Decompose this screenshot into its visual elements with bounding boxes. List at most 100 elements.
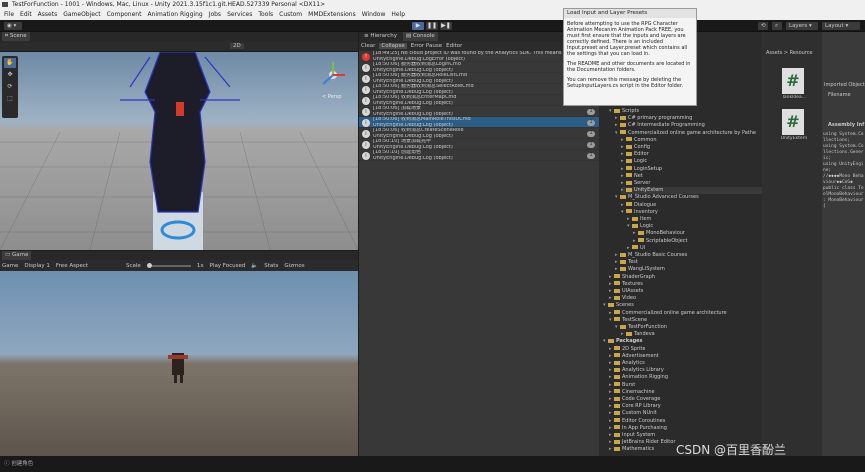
tree-item[interactable]: ▸ Analytics Library <box>609 367 762 374</box>
tree-item[interactable]: ▸ Cinemachine <box>609 389 762 396</box>
tree-item[interactable]: ▸ Common <box>621 137 762 144</box>
tree-item[interactable]: ▸ ScriptableObject <box>633 238 762 245</box>
gizmos-dropdown[interactable]: Gizmos <box>284 263 304 269</box>
tree-item[interactable]: ▸ Analytics <box>609 360 762 367</box>
tree-item[interactable]: ▸ M_Studio Basic Courses <box>615 252 762 259</box>
scale-slider-thumb[interactable] <box>146 262 152 268</box>
menu-tools[interactable]: Tools <box>258 11 273 18</box>
tree-item[interactable]: ▸ WangLiSystem <box>615 266 762 273</box>
tree-item[interactable]: ▸ Core RP Library <box>609 403 762 410</box>
menu-services[interactable]: Services <box>227 11 252 18</box>
assets-breadcrumb[interactable]: Assets > Resource <box>762 32 822 56</box>
csharp-script-icon[interactable]: # <box>782 109 804 135</box>
layers-dropdown[interactable]: Layers ▾ <box>786 22 818 30</box>
tree-item[interactable]: ▾ Commercialized online game architecture… <box>615 130 762 137</box>
menu-assets[interactable]: Assets <box>38 11 58 18</box>
menu-edit[interactable]: Edit <box>20 11 32 18</box>
tree-item[interactable]: ▾ Packages <box>603 338 762 345</box>
tree-item[interactable]: ▾ TestForFunction <box>615 324 762 331</box>
tree-item[interactable]: ▸ Animation Rigging <box>609 374 762 381</box>
hand-tool-icon[interactable]: ✋ <box>4 58 16 68</box>
tree-item[interactable]: ▸ Config <box>621 144 762 151</box>
tab-scene[interactable]: ⌗ Scene <box>2 32 30 41</box>
clear-button[interactable]: Clear <box>361 43 375 49</box>
tree-item[interactable]: ▾ Inventory <box>621 209 762 216</box>
log-entry[interactable]: i [18:50:10] 创建角色 UnityEngine.Debug:Log (o… <box>359 150 599 161</box>
tab-game[interactable]: ▭ Game <box>2 251 32 260</box>
tree-item[interactable]: ▸ C# Intermediate Programming <box>615 122 762 129</box>
tree-item[interactable]: ▾ Scenes <box>603 302 762 309</box>
collapse-toggle[interactable]: Collapse <box>379 43 407 49</box>
tree-item[interactable]: ▸ Code Coverage <box>609 396 762 403</box>
tree-item[interactable]: ▸ Item <box>627 216 762 223</box>
history-icon[interactable]: ⟲ <box>758 22 768 30</box>
menu-file[interactable]: File <box>4 11 14 18</box>
tree-item[interactable]: ▾ Logic <box>627 223 762 230</box>
tree-item[interactable]: ▸ UI <box>627 245 762 252</box>
tree-item[interactable]: ▾ TestScene <box>609 317 762 324</box>
menu-animation-rigging[interactable]: Animation Rigging <box>147 11 202 18</box>
log-entry[interactable]: i [18:50:06] 加载场景 UnityEngine.Debug:Log (o… <box>359 106 599 117</box>
tree-item[interactable]: ▸ Input System <box>609 432 762 439</box>
tree-item[interactable]: ▾ M_Studio Advanced Courses <box>615 194 762 201</box>
rotate-tool-icon[interactable]: ⟳ <box>4 82 16 92</box>
tree-item[interactable]: ▸ Test <box>615 259 762 266</box>
tree-item[interactable]: ▸ Burst <box>609 382 762 389</box>
menu-custom[interactable]: Custom <box>279 11 302 18</box>
game-mode-dropdown[interactable]: Game <box>2 263 18 269</box>
play-focused-dropdown[interactable]: Play Focused <box>210 263 246 269</box>
tree-item[interactable]: ▸ UnityExtern <box>621 187 762 195</box>
pause-button[interactable]: ❚❚ <box>426 22 438 30</box>
tree-item[interactable]: ▸ Server <box>621 180 762 187</box>
2d-toggle[interactable]: 2D <box>230 43 244 49</box>
tree-item[interactable]: ▸ C# primary programming <box>615 115 762 122</box>
tree-item[interactable]: ▸ Editor Coroutines <box>609 418 762 425</box>
step-button[interactable]: ▶❚ <box>440 22 452 30</box>
game-viewport[interactable] <box>0 271 358 456</box>
log-entry[interactable]: i [18:50:06] 收到消息CreateSceneRole UnityEngi… <box>359 128 599 139</box>
tree-item[interactable]: ▸ Advertisement <box>609 353 762 360</box>
move-tool-icon[interactable]: ✥ <box>4 70 16 80</box>
menu-jobs[interactable]: Jobs <box>209 11 221 18</box>
tree-item[interactable]: ▸ LoginSetup <box>621 166 762 173</box>
tree-item[interactable]: ▸ Net <box>621 173 762 180</box>
menu-help[interactable]: Help <box>391 11 405 18</box>
tree-item[interactable]: ▸ Editor <box>621 151 762 158</box>
tree-item[interactable]: ▸ UIAssets <box>609 288 762 295</box>
scene-viewport[interactable]: ✋ ✥ ⟳ ⬚ < Persp <box>0 52 358 250</box>
tree-item[interactable]: ▸ Commercialized online game architecture <box>609 310 762 317</box>
menu-component[interactable]: Component <box>107 11 142 18</box>
menu-gameobject[interactable]: GameObject <box>63 11 100 18</box>
tree-item[interactable]: ▸ Custom NUnit <box>609 410 762 417</box>
error-pause-toggle[interactable]: Error Pause <box>411 43 442 49</box>
persp-label[interactable]: < Persp <box>322 94 342 100</box>
stats-button[interactable]: Stats <box>264 263 278 269</box>
menu-mmdextensions[interactable]: MMDExtensions <box>308 11 356 18</box>
tab-console[interactable]: ▤ Console <box>403 32 438 41</box>
scale-tool-icon[interactable]: ⬚ <box>4 94 16 104</box>
editor-dropdown[interactable]: Editor <box>446 43 462 49</box>
scale-slider[interactable] <box>146 262 191 268</box>
menu-window[interactable]: Window <box>362 11 386 18</box>
tree-item[interactable]: ▸ Tandeva <box>621 331 762 338</box>
tree-item[interactable]: ▸ Logic <box>621 158 762 165</box>
tree-item[interactable]: ▸ Dialogue <box>621 202 762 209</box>
tree-item[interactable]: ▸ ShaderGraph <box>609 274 762 281</box>
log-entry-selected[interactable]: i [18:50:06] 收到消息MainRoleThisIDCmd UnityEn… <box>359 117 599 128</box>
search-icon[interactable]: ⌕ <box>772 22 782 30</box>
log-entry[interactable]: i [18:50:10] 场景加载完毕 UnityEngine.Debug:Log … <box>359 139 599 150</box>
tree-item[interactable]: ▸ 2D Sprite <box>609 346 762 353</box>
play-button[interactable]: ▶ <box>412 22 424 30</box>
display-dropdown[interactable]: Display 1 <box>24 263 50 269</box>
tree-item[interactable]: ▸ In App Purchasing <box>609 425 762 432</box>
account-dropdown[interactable]: ◉ ▾ <box>4 22 22 30</box>
mute-icon[interactable]: 🔈 <box>251 263 258 269</box>
tree-item[interactable]: ▾ Scripts <box>609 108 762 115</box>
tab-hierarchy[interactable]: ≡ Hierarchy <box>361 32 400 41</box>
aspect-dropdown[interactable]: Free Aspect <box>56 263 88 269</box>
layout-dropdown[interactable]: Layout ▾ <box>822 22 860 30</box>
csharp-script-icon[interactable]: # <box>782 68 804 94</box>
orientation-gizmo-icon[interactable] <box>318 60 348 90</box>
tree-item[interactable]: ▸ MonoBehaviour <box>633 230 762 237</box>
tree-item[interactable]: ▸ Video <box>609 295 762 302</box>
